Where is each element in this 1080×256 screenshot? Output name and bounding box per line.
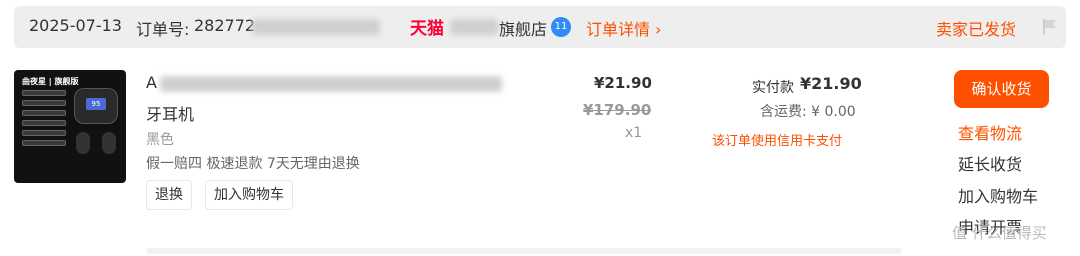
thumbnail-feature-tag <box>22 90 66 96</box>
add-to-cart-button[interactable]: 加入购物车 <box>205 180 293 210</box>
paid-label: 实付款 <box>752 80 794 96</box>
product-thumbnail[interactable]: 曲夜星 | 旗舰版 95 <box>14 70 126 183</box>
paid-amount: ¥21.90 <box>800 74 862 93</box>
thumbnail-feature-tag <box>22 100 66 106</box>
return-exchange-button[interactable]: 退换 <box>146 180 192 210</box>
redacted-store-name <box>450 19 498 35</box>
confirm-receipt-button[interactable]: 确认收货 <box>954 70 1049 108</box>
order-status: 卖家已发货 <box>936 20 1017 39</box>
flag-icon[interactable] <box>1042 18 1058 36</box>
redacted-product-title <box>160 76 502 92</box>
service-guarantees: 假一赔四 极速退款 7天无理由退换 <box>146 156 360 172</box>
order-number: 282772 <box>194 16 256 35</box>
thumbnail-brand-text: 曲夜星 | 旗舰版 <box>22 77 79 86</box>
product-title[interactable]: A <box>146 73 157 92</box>
order-date: 2025-07-13 <box>29 16 122 35</box>
add-to-cart-link[interactable]: 加入购物车 <box>958 183 1038 207</box>
order-header: 2025-07-13 订单号: 282772 天猫 旗舰店 11 订单详情 › … <box>14 6 1066 48</box>
thumbnail-feature-tag <box>22 140 66 146</box>
thumbnail-feature-tag <box>22 110 66 116</box>
product-title-continued[interactable]: 牙耳机 <box>146 101 194 125</box>
extend-receipt-link[interactable]: 延长收货 <box>958 151 1022 175</box>
next-order-separator <box>146 248 902 254</box>
quantity: x1 <box>625 125 643 141</box>
earbud-image <box>102 132 116 154</box>
case-display: 95 <box>86 98 106 110</box>
thumbnail-feature-tag <box>22 120 66 126</box>
product-sku: 黑色 <box>146 132 174 148</box>
original-price: ¥179.90 <box>583 101 652 119</box>
redacted-order-number <box>252 19 380 35</box>
thumbnail-feature-tag <box>22 130 66 136</box>
earbud-image <box>76 132 90 154</box>
view-logistics-link[interactable]: 查看物流 <box>958 120 1022 144</box>
store-name[interactable]: 旗舰店 <box>499 16 547 40</box>
tmall-logo[interactable]: 天猫 <box>410 14 444 39</box>
chat-icon[interactable]: 11 <box>551 17 571 37</box>
order-detail-link[interactable]: 订单详情 › <box>586 16 662 40</box>
watermark: 值 什么值得买 <box>952 224 1047 242</box>
shipping-fee: 含运费: ¥ 0.00 <box>760 104 856 120</box>
order-number-label: 订单号: <box>136 20 190 39</box>
unit-price: ¥21.90 <box>594 74 652 92</box>
credit-card-note[interactable]: 该订单使用信用卡支付 <box>712 130 842 149</box>
